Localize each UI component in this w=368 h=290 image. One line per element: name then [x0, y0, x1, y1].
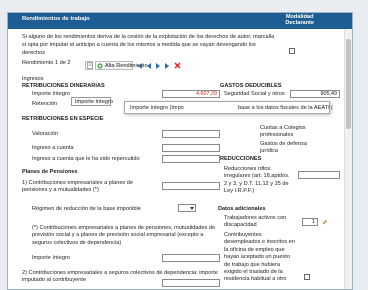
- derechos-autor-text: Si alguno de los rendimientos deriva de …: [22, 34, 275, 56]
- inner-tooltip-text: Importe íntegro: [75, 99, 113, 105]
- reducciones-heading: REDUCCIONES: [220, 156, 262, 162]
- alta-rendimiento-button[interactable]: Alta Rendimiento: [95, 61, 148, 70]
- importe-integro-2-label: Importe íntegro: [32, 255, 70, 261]
- trabajadores-discapacidad-input[interactable]: 1: [302, 218, 318, 226]
- panel-header: Rendimientos de trabajo Modalidad Declar…: [8, 13, 352, 29]
- gastos-deducibles-heading: GASTOS DEDUCIBLES: [220, 83, 282, 89]
- panel-title: Rendimientos de trabajo: [22, 16, 90, 22]
- seguros-dependencia-input[interactable]: [162, 279, 220, 287]
- retencion-label: Retención: [32, 101, 58, 107]
- last-record-icon[interactable]: [165, 63, 169, 69]
- contribuyentes-desempleados-label: Contribuyentes desempleados e inscritos …: [224, 232, 295, 283]
- datos-adicionales-heading: Datos adicionales: [218, 206, 266, 212]
- contribuyentes-desempleados-checkbox[interactable]: [304, 274, 310, 280]
- importe-tooltip: Importe íntegro (Impo base a los datos f…: [124, 101, 334, 114]
- ingresos-label: Ingresos: [22, 76, 44, 82]
- reducciones-irregulares-label: Reducciones rdtos. irregulares (art. 18,…: [224, 166, 290, 195]
- seguridad-social-input[interactable]: 905,49: [290, 90, 340, 98]
- gastos-defensa-label: Gastos de defensa jurídica: [260, 141, 307, 155]
- valoracion-label: Valoración: [32, 131, 59, 137]
- importe-inner-tooltip: Importe íntegro: [71, 97, 113, 106]
- contribuciones-planes-label: 1) Contribuciones empresariales a planes…: [22, 180, 134, 194]
- importe-integro-2-input[interactable]: [162, 254, 220, 262]
- retribuciones-dinerarias-heading: RETRIBUCIONES DINERARIAS: [22, 83, 105, 89]
- valoracion-input[interactable]: [162, 130, 220, 138]
- seguridad-social-label: Seguridad Social y otros: [224, 91, 285, 97]
- cuotas-colegios-label: Cuotas a Colegios profesionales: [260, 125, 306, 139]
- vertical-scrollbar[interactable]: [344, 29, 352, 289]
- chevron-down-icon: [190, 207, 194, 210]
- document-icon[interactable]: [85, 61, 93, 70]
- regimen-reduccion-label: Régimen de reducción de la base imponibl…: [32, 206, 141, 212]
- rendimientos-panel: Rendimientos de trabajo Modalidad Declar…: [7, 12, 353, 290]
- contribuciones-note: (*) Contribuciones empresariales a plane…: [32, 225, 216, 246]
- edit-pencil-icon[interactable]: [322, 219, 328, 225]
- scrollbar-thumb[interactable]: [346, 39, 351, 129]
- regimen-reduccion-select[interactable]: [178, 204, 196, 212]
- first-record-icon[interactable]: [138, 63, 142, 69]
- add-record-icon: [97, 63, 103, 69]
- importe-integro-input[interactable]: 4.607,29: [162, 90, 220, 98]
- trabajadores-discapacidad-label: Trabajadores activos con discapacidad: [224, 215, 287, 229]
- contribuciones-planes-input[interactable]: [162, 182, 220, 190]
- planes-pensiones-heading: Planes de Pensiones: [22, 169, 78, 175]
- next-record-icon[interactable]: [156, 63, 160, 69]
- record-counter: Rendimiento 1 de 2: [22, 60, 71, 66]
- reducciones-irregulares-input[interactable]: [298, 171, 340, 179]
- declarante-label: Declarante: [285, 20, 314, 27]
- tooltip-text-left: Importe íntegro (Impo: [130, 105, 184, 111]
- tooltip-text-right: base a los datos fiscales de la AEATI (: [238, 105, 334, 111]
- retribuciones-especie-heading: RETRIBUCIONES EN ESPECIE: [22, 116, 104, 122]
- delete-record-icon[interactable]: [174, 62, 181, 69]
- derechos-autor-checkbox[interactable]: [289, 48, 295, 54]
- previous-record-icon[interactable]: [147, 63, 151, 69]
- ingreso-repercutido-input[interactable]: [162, 155, 220, 163]
- importe-integro-label: Importe íntegro: [32, 91, 70, 97]
- modalidad-header: Modalidad Declarante: [285, 14, 314, 27]
- ingreso-repercutido-label: Ingreso a cuenta que le ha sido repercut…: [32, 156, 140, 162]
- ingreso-cuenta-label: Ingreso a cuenta: [32, 145, 74, 151]
- document-glyph-icon: [87, 62, 93, 69]
- ingreso-cuenta-input[interactable]: [162, 144, 220, 152]
